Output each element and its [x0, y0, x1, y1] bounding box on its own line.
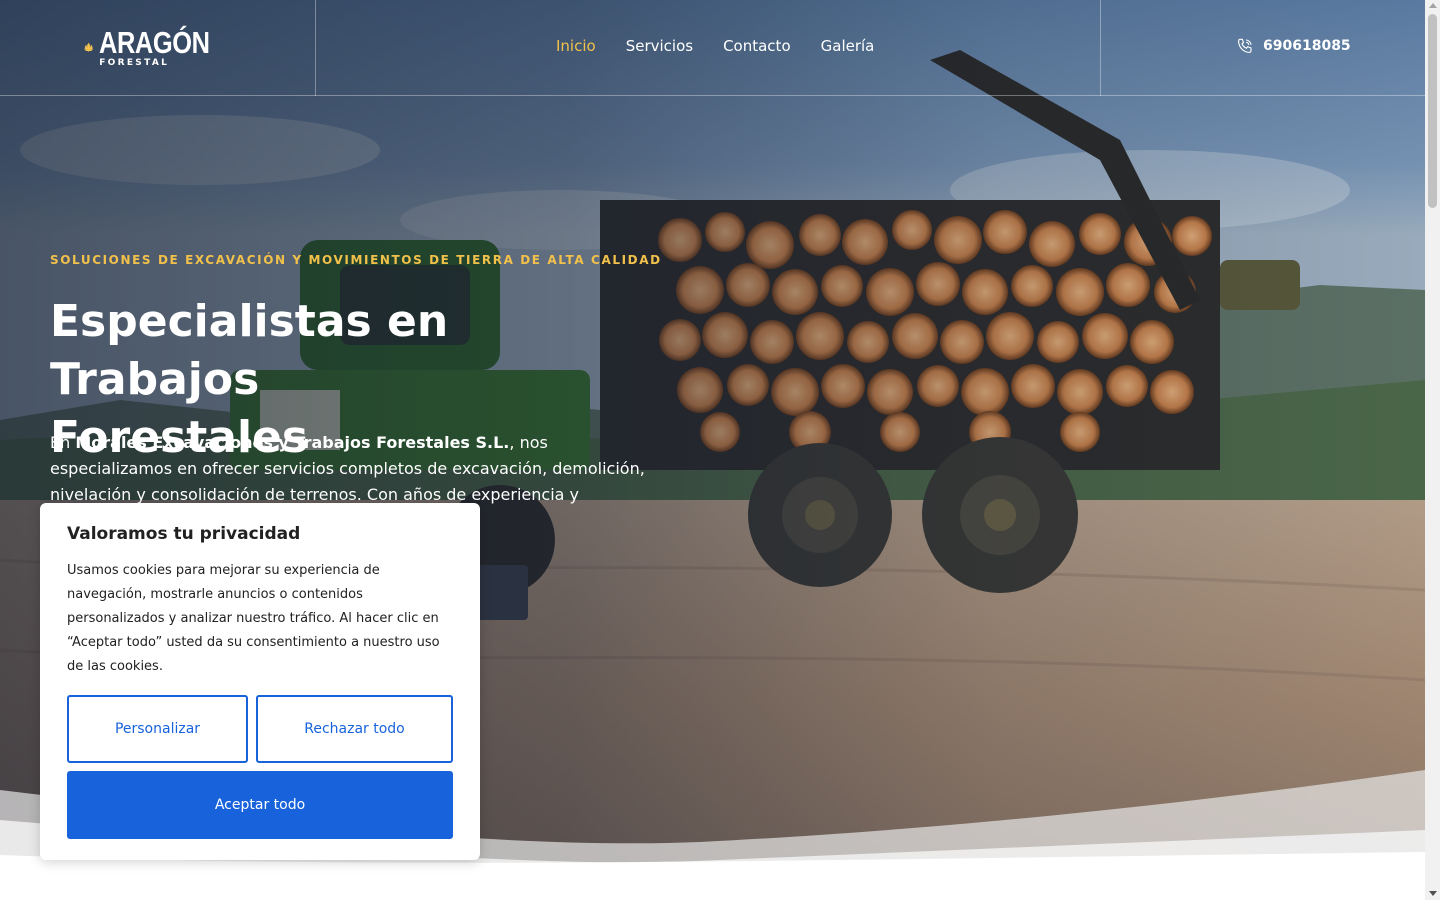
- nav-item-galeria[interactable]: Galería: [821, 37, 875, 55]
- cookie-accept-all-button[interactable]: Aceptar todo: [67, 771, 453, 839]
- cookie-reject-all-button[interactable]: Rechazar todo: [256, 695, 453, 763]
- scroll-down-arrow-icon[interactable]: [1429, 891, 1437, 896]
- page-scrollbar[interactable]: [1425, 0, 1440, 900]
- nav-item-inicio[interactable]: Inicio: [556, 37, 596, 55]
- header-phone-link[interactable]: 690618085: [1236, 37, 1351, 55]
- logo-tagline: FORESTAL: [99, 57, 170, 68]
- cookie-consent-banner: Valoramos tu privacidad Usamos cookies p…: [40, 503, 480, 860]
- scrollbar-thumb[interactable]: [1428, 14, 1437, 208]
- main-nav: Inicio Servicios Contacto Galería: [556, 37, 874, 55]
- phone-icon: [1238, 38, 1252, 53]
- hero-desc-company: Morales Excavaciones y Trabajos Forestal…: [75, 433, 510, 452]
- hero-title-line1: Especialistas en Trabajos: [50, 296, 449, 405]
- header-divider-left: [315, 0, 316, 96]
- site-logo[interactable]: ARAGÓN FORESTAL: [84, 22, 234, 72]
- cookie-customize-button[interactable]: Personalizar: [67, 695, 248, 763]
- cookie-banner-title: Valoramos tu privacidad: [67, 524, 301, 544]
- logo-name: ARAGÓN: [99, 24, 210, 60]
- hero-desc-prefix: En: [50, 433, 76, 452]
- site-header: ARAGÓN FORESTAL Inicio Servicios Contact…: [0, 0, 1425, 96]
- header-divider-right: [1100, 0, 1101, 96]
- nav-item-servicios[interactable]: Servicios: [626, 37, 693, 55]
- hero-eyebrow: SOLUCIONES DE EXCAVACIÓN Y MOVIMIENTOS D…: [50, 253, 662, 267]
- cookie-banner-text: Usamos cookies para mejorar su experienc…: [67, 563, 440, 674]
- nav-item-contacto[interactable]: Contacto: [723, 37, 791, 55]
- scroll-up-arrow-icon[interactable]: [1429, 3, 1437, 8]
- pine-trees-icon: [84, 42, 94, 52]
- phone-number: 690618085: [1263, 38, 1351, 54]
